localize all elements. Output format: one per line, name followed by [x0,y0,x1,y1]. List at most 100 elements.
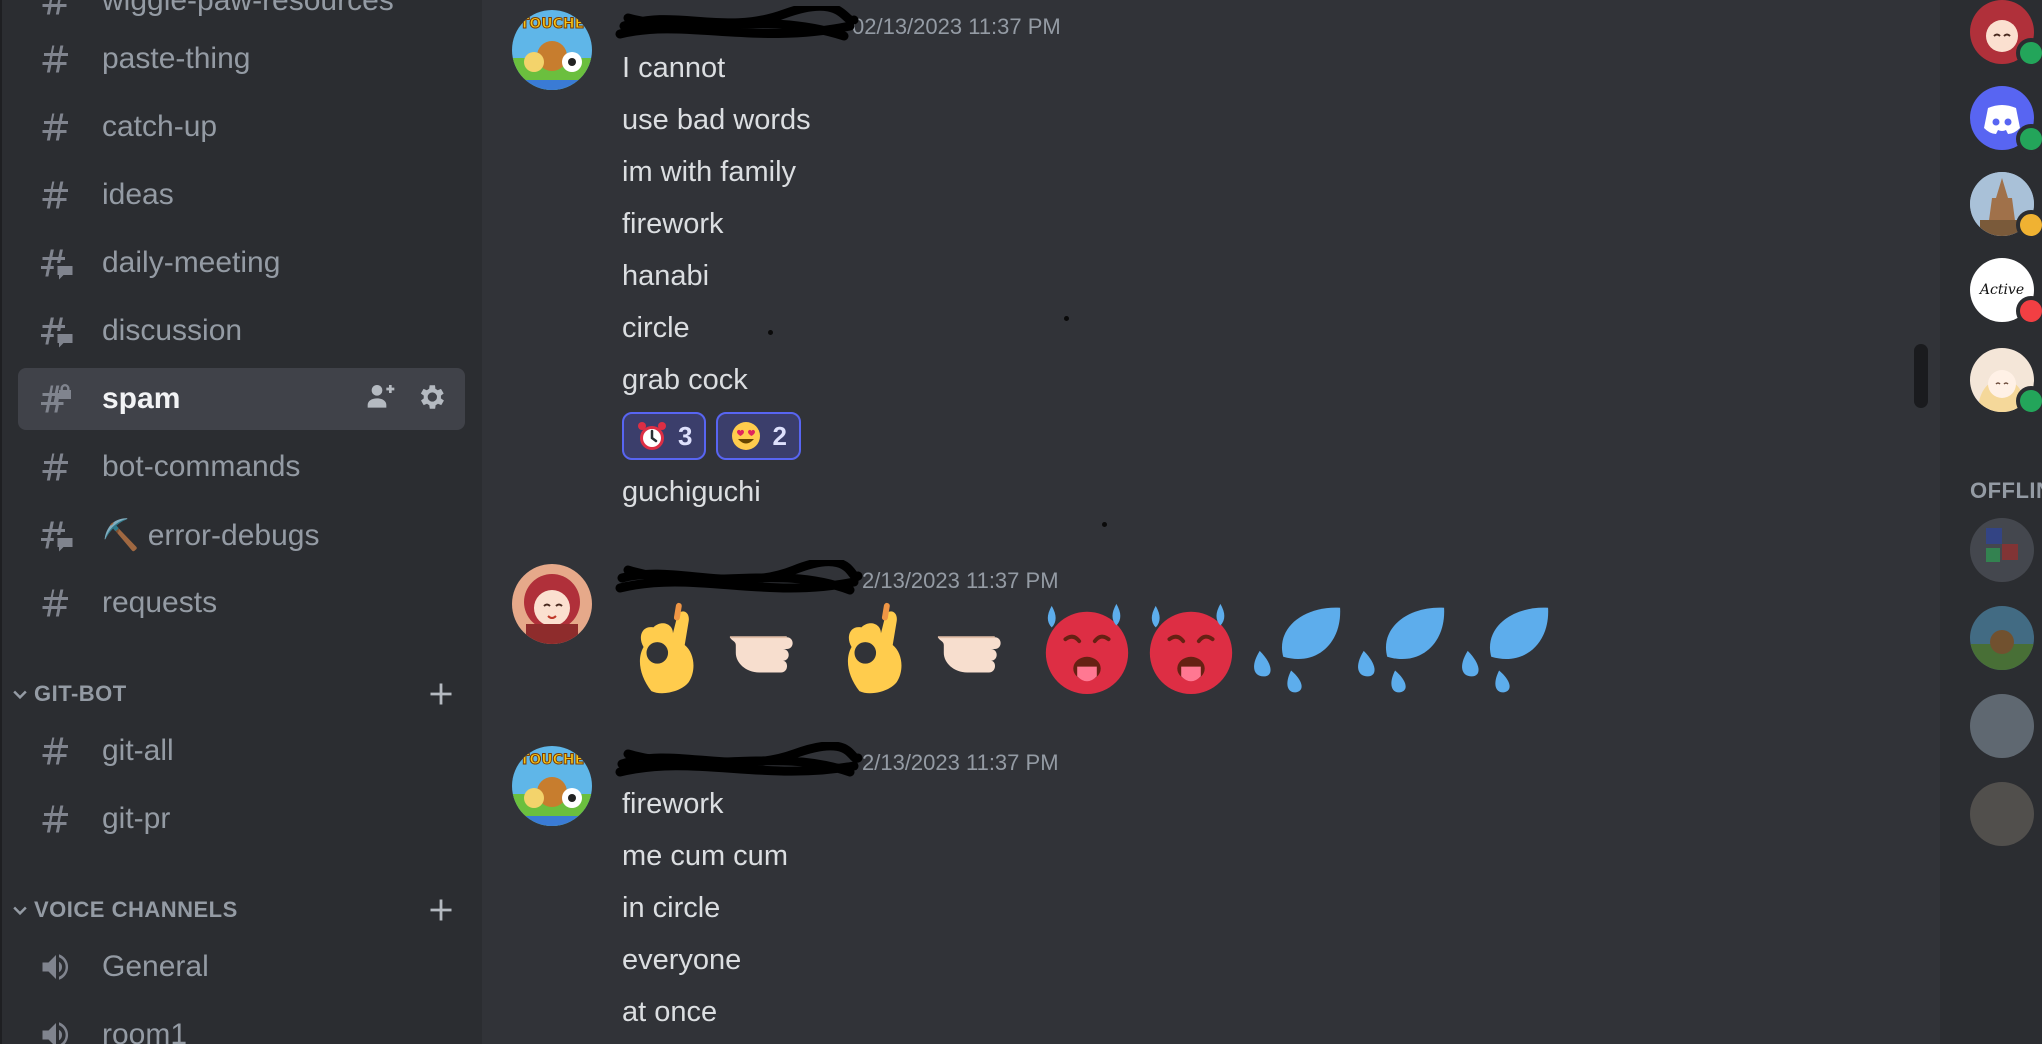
artifact-dot [1064,316,1069,321]
online-status-icon [2016,38,2042,68]
message-line: guchiguchi [622,476,761,508]
hot-sweat-face-icon [1149,603,1233,695]
artifact-dot [1102,522,1107,527]
create-invite-icon[interactable] [365,381,397,418]
reaction-alarm-clock[interactable]: 3 [622,412,707,460]
add-channel-icon[interactable] [427,680,455,708]
message-line: im with family [622,156,797,188]
category-git-bot[interactable]: GIT-BOT [10,677,465,711]
ok-hand-icon [639,602,694,694]
hash-icon [38,109,74,145]
message-header: 2/13/2023 11:37 PM [615,742,1059,778]
channel-label: requests [102,586,218,619]
member-avatar-offline[interactable] [1970,694,2034,758]
channel-catch-up[interactable]: catch-up [18,96,465,158]
member-avatar-offline[interactable] [1970,606,2034,670]
channel-discussion[interactable]: discussion [18,300,465,362]
reaction-count: 3 [678,420,693,451]
redacted-username[interactable] [615,6,859,42]
message-line: firework [622,208,724,240]
alarm-clock-icon [638,422,666,450]
message-line: in circle [622,892,721,924]
message-line: me cum cum [622,840,788,872]
dnd-status-icon [2016,296,2042,326]
redacted-username[interactable] [615,742,863,778]
timestamp: 2/13/2023 11:37 PM [862,568,1059,593]
channel-label: paste-thing [102,42,251,75]
speaker-icon [38,1017,74,1044]
channel-label: catch-up [102,110,218,143]
channel-label: ⛏️ error-debugs [102,518,320,552]
member-list: Active OFFLINE [1940,0,2042,1044]
avatar[interactable]: TOUCHE [512,746,592,826]
channel-git-pr[interactable]: git-pr [18,788,465,850]
offline-section-label: OFFLINE [1970,478,2042,503]
thread-hash-icon [38,517,74,553]
online-status-icon [2016,386,2042,416]
ok-hand-icon [847,602,902,694]
member-avatar-offline[interactable] [1970,782,2034,846]
message-line: grab cock [622,364,748,396]
gear-icon[interactable] [415,381,447,418]
reaction-heart-eyes[interactable]: 2 [716,412,801,460]
message-header: 2/13/2023 11:37 PM [615,560,1059,596]
hash-icon [38,801,74,837]
avatar[interactable] [512,564,592,644]
channel-label: bot-commands [102,450,301,483]
channel-paste-thing[interactable]: paste-thing [18,28,465,90]
channel-bot-commands[interactable]: bot-commands [18,436,465,498]
speaker-icon [38,949,74,985]
hash-icon [38,585,74,621]
online-status-icon [2016,124,2042,154]
svg-text:Active: Active [1978,282,2024,298]
hash-icon [38,733,74,769]
chevron-down-icon [13,906,27,916]
message-line: everyone [622,944,742,976]
member-avatar-offline[interactable] [1970,518,2034,582]
channel-label: discussion [102,314,243,347]
channel-label: room1 [102,1018,188,1044]
timestamp: 2/13/2023 11:37 PM [862,750,1059,775]
message-line: firework [622,788,724,820]
pointing-right-icon [729,636,793,673]
chat-messages[interactable]: TOUCHE 02/13/2023 11:37 PM I cannot use … [482,0,1940,1044]
idle-status-icon [2016,210,2042,240]
voice-channel-room1[interactable]: room1 [18,1004,465,1044]
reaction-bar: 3 2 [622,412,801,460]
heart-eyes-icon [732,422,761,450]
voice-channel-general[interactable]: General [18,936,465,998]
add-channel-icon[interactable] [427,896,455,924]
svg-text:TOUCHE: TOUCHE [520,752,584,768]
avatar[interactable]: TOUCHE [512,10,592,90]
redacted-username[interactable] [615,560,863,596]
channel-error-debugs[interactable]: ⛏️ error-debugs [18,504,465,566]
channel-sidebar: wiggle-paw-resources paste-thing catch-u… [0,0,482,1044]
svg-text:TOUCHE: TOUCHE [520,16,584,32]
message-line: hanabi [622,260,710,292]
artifact-dot [768,330,773,335]
channel-spam[interactable]: spam [18,368,465,430]
channel-label: ideas [102,178,174,211]
thread-hash-icon [38,245,74,281]
channel-requests[interactable]: requests [18,572,465,634]
channel-daily-meeting[interactable]: daily-meeting [18,232,465,294]
hash-icon [38,0,74,19]
message-line: use bad words [622,104,811,136]
category-voice-channels[interactable]: VOICE CHANNELS [10,893,465,927]
thread-hash-icon [38,313,74,349]
channel-label: git-all [102,734,174,767]
channel-ideas[interactable]: ideas [18,164,465,226]
sweat-drops-icon [1254,607,1341,693]
message-line: at once [622,996,718,1028]
sweat-drops-icon [1462,607,1549,693]
hash-icon [38,449,74,485]
pointing-right-icon [937,636,1001,673]
channel-label: wiggle-paw-resources [102,0,394,17]
hot-sweat-face-icon [1045,603,1129,695]
hash-icon [38,41,74,77]
chevron-down-icon [13,690,27,700]
channel-git-all[interactable]: git-all [18,720,465,782]
chat-scrollbar[interactable] [1914,344,1928,408]
jumbo-emoji-row [622,598,1552,696]
channel-label: spam [102,382,181,415]
